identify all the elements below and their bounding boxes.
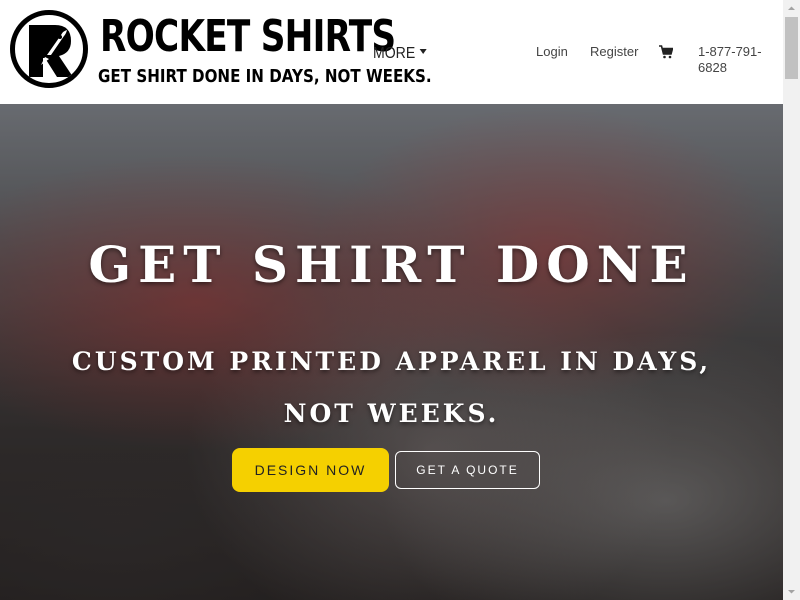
phone-link[interactable]: 1-877-791-6828 bbox=[698, 44, 783, 76]
scroll-down-arrow-icon[interactable] bbox=[783, 583, 800, 600]
hero-subtitle: CUSTOM PRINTED APPAREL IN DAYS, NOT WEEK… bbox=[20, 336, 763, 440]
scroll-up-arrow-icon[interactable] bbox=[783, 0, 800, 17]
logo-graphic bbox=[29, 25, 73, 77]
hero-subtitle-line2: NOT WEEKS. bbox=[283, 399, 500, 428]
page-scrollbar[interactable] bbox=[783, 0, 800, 600]
hero-title: GET SHIRT DONE bbox=[88, 235, 695, 294]
rocket-r-logo-icon[interactable] bbox=[10, 10, 88, 88]
brand-tagline: GET SHIRT DONE IN DAYS, NOT WEEKS. bbox=[98, 66, 432, 87]
site-header: ROCKET SHIRTS GET SHIRT DONE IN DAYS, NO… bbox=[0, 0, 783, 104]
chevron-down-icon bbox=[419, 49, 427, 55]
login-link[interactable]: Login bbox=[536, 44, 568, 60]
register-link[interactable]: Register bbox=[590, 44, 638, 60]
hero-banner: GET SHIRT DONE CUSTOM PRINTED APPAREL IN… bbox=[0, 104, 783, 600]
get-quote-button[interactable]: GET A QUOTE bbox=[395, 451, 540, 489]
brand-name[interactable]: ROCKET SHIRTS bbox=[100, 12, 396, 62]
more-menu[interactable]: MORE bbox=[373, 44, 427, 64]
design-now-button[interactable]: DESIGN NOW bbox=[232, 448, 389, 492]
scroll-thumb[interactable] bbox=[785, 17, 798, 79]
cart-icon[interactable] bbox=[659, 45, 674, 59]
more-menu-label: MORE bbox=[373, 45, 416, 62]
hero-subtitle-line1: CUSTOM PRINTED APPAREL IN DAYS, bbox=[71, 347, 712, 376]
